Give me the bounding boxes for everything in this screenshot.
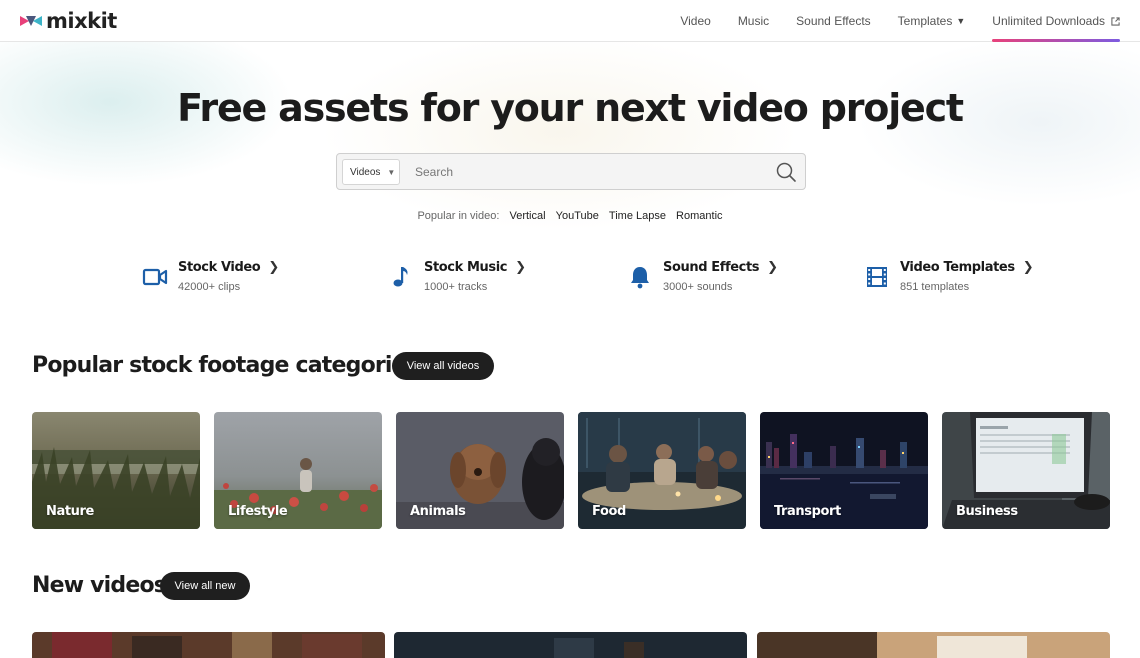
- logo-text: mixkit: [46, 9, 117, 33]
- search-type-select[interactable]: Videos ▼: [342, 159, 400, 185]
- category-subtitle: 851 templates: [900, 281, 970, 293]
- category-title: Sound Effects ❯: [663, 260, 778, 275]
- hero-background: [0, 42, 1140, 262]
- category-title-text: Video Templates: [900, 260, 1015, 275]
- footage-card-nature[interactable]: Nature: [32, 412, 200, 529]
- popular-tag[interactable]: Vertical: [509, 210, 545, 222]
- card-label: Lifestyle: [228, 504, 288, 519]
- mixkit-logo[interactable]: mixkit: [20, 8, 117, 34]
- new-video-thumbnail[interactable]: [394, 632, 747, 658]
- new-video-3-image: [757, 632, 1110, 658]
- category-subtitle: 1000+ tracks: [424, 281, 488, 293]
- bell-icon: [627, 264, 653, 290]
- card-label: Business: [956, 504, 1018, 519]
- search-input[interactable]: [409, 159, 749, 185]
- category-stock-video[interactable]: Stock Video ❯ 42000+ clips: [142, 260, 279, 300]
- chevron-right-icon: ❯: [1022, 260, 1034, 275]
- popular-label: Popular in video:: [417, 210, 500, 222]
- nav-templates-label: Templates: [897, 14, 953, 28]
- nav-sound-effects-label: Sound Effects: [796, 14, 871, 28]
- footage-card-lifestyle[interactable]: Lifestyle: [214, 412, 382, 529]
- logo-mark-icon: [20, 16, 42, 26]
- nav-unlimited-downloads-label: Unlimited Downloads: [992, 14, 1105, 28]
- category-subtitle: 42000+ clips: [178, 281, 241, 293]
- chevron-right-icon: ❯: [767, 260, 778, 275]
- footage-card-transport[interactable]: Transport: [760, 412, 928, 529]
- chevron-right-icon: ❯: [515, 260, 526, 275]
- nav-unlimited-downloads[interactable]: Unlimited Downloads: [992, 0, 1120, 42]
- popular-searches: Popular in video: Vertical YouTube Time …: [0, 210, 1140, 222]
- nav-video[interactable]: Video: [680, 0, 710, 42]
- film-strip-icon: [864, 264, 890, 290]
- caret-down-icon: ▼: [956, 16, 966, 26]
- footage-card-business[interactable]: Business: [942, 412, 1110, 529]
- category-title-text: Stock Music: [424, 260, 508, 275]
- footage-section-title: Popular stock footage categories: [32, 353, 419, 378]
- category-title: Stock Video ❯: [178, 260, 279, 275]
- category-subtitle: 3000+ sounds: [663, 281, 733, 293]
- search-icon[interactable]: [775, 161, 797, 183]
- new-videos-title: New videos: [32, 573, 167, 598]
- search-type-value: Videos: [350, 166, 381, 178]
- card-label: Nature: [46, 504, 94, 519]
- new-video-2-image: [394, 632, 747, 658]
- chevron-right-icon: ❯: [268, 260, 279, 275]
- category-title: Stock Music ❯: [424, 260, 526, 275]
- external-link-icon: [1111, 16, 1120, 26]
- category-title-text: Stock Video: [178, 260, 261, 275]
- nav-video-label: Video: [680, 14, 711, 28]
- category-stock-music[interactable]: Stock Music ❯ 1000+ tracks: [388, 260, 526, 300]
- category-title-text: Sound Effects: [663, 260, 760, 275]
- main-nav: Video Music Sound Effects Templates ▼ Unl…: [653, 0, 1120, 42]
- video-camera-icon: [142, 264, 168, 290]
- new-video-thumbnail[interactable]: [32, 632, 385, 658]
- card-label: Transport: [774, 504, 841, 519]
- category-sound-effects[interactable]: Sound Effects ❯ 3000+ sounds: [627, 260, 778, 300]
- footage-card-food[interactable]: Food: [578, 412, 746, 529]
- music-note-icon: [388, 264, 414, 290]
- nav-sound-effects[interactable]: Sound Effects: [796, 0, 871, 42]
- footage-card-animals[interactable]: Animals: [396, 412, 564, 529]
- card-label: Animals: [410, 504, 466, 519]
- category-title: Video Templates ❯: [900, 260, 1034, 275]
- popular-tag[interactable]: YouTube: [556, 210, 599, 222]
- nav-templates[interactable]: Templates ▼: [898, 0, 966, 42]
- view-all-new-button[interactable]: View all new: [160, 572, 250, 600]
- card-label: Food: [592, 504, 626, 519]
- nav-music-label: Music: [737, 14, 770, 28]
- search-bar: Videos ▼: [336, 153, 806, 190]
- hero-title: Free assets for your next video project: [177, 86, 964, 130]
- view-all-videos-button[interactable]: View all videos: [392, 352, 494, 380]
- popular-tag[interactable]: Time Lapse: [609, 210, 666, 222]
- new-video-thumbnail[interactable]: [757, 632, 1110, 658]
- site-header: mixkit Video Music Sound Effects Templat…: [0, 0, 1140, 42]
- caret-down-icon: ▼: [387, 167, 396, 177]
- nav-music[interactable]: Music: [738, 0, 769, 42]
- popular-tag[interactable]: Romantic: [676, 210, 722, 222]
- category-video-templates[interactable]: Video Templates ❯ 851 templates: [864, 260, 1034, 300]
- new-video-1-image: [32, 632, 385, 658]
